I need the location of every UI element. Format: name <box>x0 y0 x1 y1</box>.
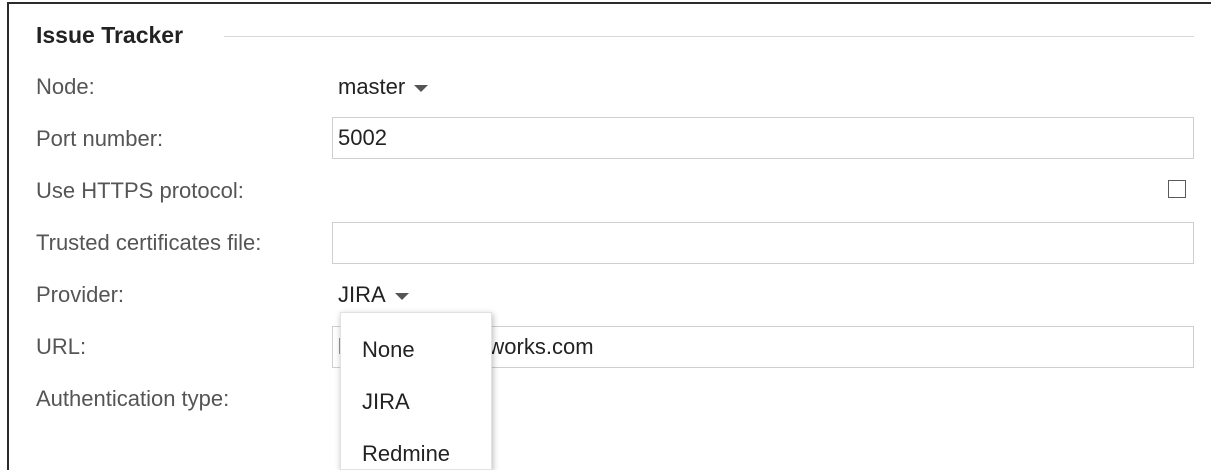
https-label: Use HTTPS protocol: <box>36 178 244 203</box>
url-label: URL: <box>36 334 87 359</box>
caret-down-icon <box>394 292 409 300</box>
node-label: Node: <box>36 74 95 99</box>
port-label: Port number: <box>36 126 164 151</box>
section-title: Issue Tracker <box>36 21 184 48</box>
section-header: Issue Tracker <box>36 20 183 50</box>
provider-dropdown[interactable]: JIRA <box>338 280 409 310</box>
node-value: master <box>338 74 406 99</box>
menu-item-jira[interactable]: JIRA <box>362 387 410 417</box>
trusted-certificates-input[interactable] <box>332 222 1194 264</box>
menu-item-none[interactable]: None <box>362 335 415 365</box>
provider-value: JIRA <box>338 282 386 307</box>
provider-dropdown-menu: None JIRA Redmine <box>340 312 492 470</box>
node-dropdown[interactable]: master <box>338 72 429 102</box>
menu-item-redmine[interactable]: Redmine <box>362 439 450 469</box>
section-divider <box>224 36 1194 37</box>
provider-label: Provider: <box>36 282 125 307</box>
certs-label: Trusted certificates file: <box>36 230 262 255</box>
auth-type-label: Authentication type: <box>36 386 230 411</box>
caret-down-icon <box>414 84 429 92</box>
https-checkbox[interactable] <box>1168 180 1186 198</box>
port-number-input[interactable] <box>332 117 1194 159</box>
